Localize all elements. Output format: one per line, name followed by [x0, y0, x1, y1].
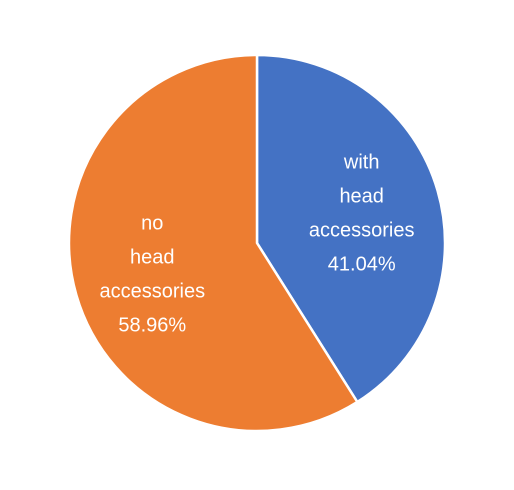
pie-chart: with head accessories 41.04% no head accessori…: [0, 0, 514, 485]
slice-category-label-0-line-1: head: [339, 186, 384, 208]
slice-category-label-0-line-0: with: [343, 152, 380, 174]
slice-category-label-1-line-0: no: [141, 212, 163, 234]
pie-slices: [67, 53, 447, 433]
pie-chart-svg: with head accessories 41.04% no head accessori…: [67, 53, 447, 433]
slice-value-label-1: 58.96%: [118, 314, 186, 336]
slice-value-label-0: 41.04%: [328, 254, 396, 276]
slice-category-label-1-line-1: head: [130, 246, 175, 268]
slice-category-label-1-line-2: accessories: [99, 280, 205, 302]
slice-category-label-0-line-2: accessories: [309, 220, 415, 242]
